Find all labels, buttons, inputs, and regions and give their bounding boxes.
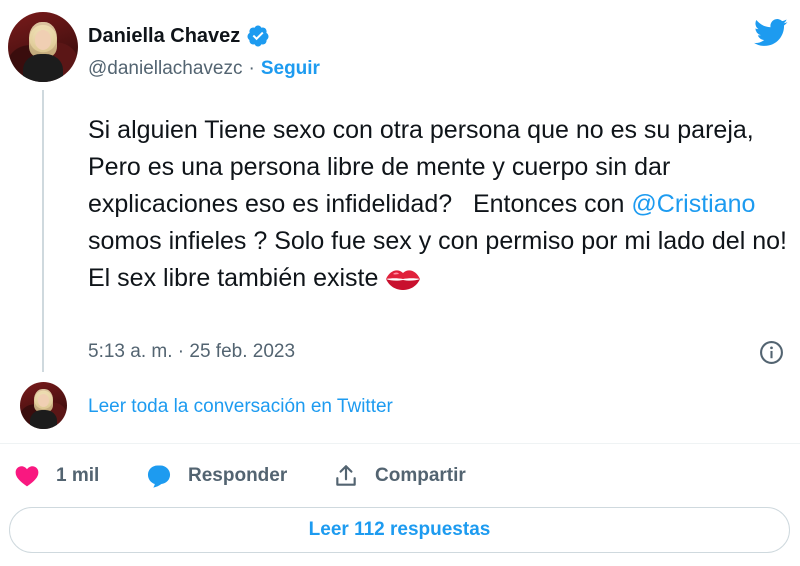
read-replies-label: Leer 112 respuestas — [308, 519, 491, 540]
kiss-mark-icon — [386, 270, 421, 291]
author-avatar[interactable] — [8, 12, 78, 82]
conversation-avatar — [20, 382, 67, 429]
author-name-row: Daniella Chavez — [88, 24, 270, 48]
share-label: Compartir — [375, 465, 466, 486]
twitter-bird-icon[interactable] — [754, 18, 788, 48]
like-button[interactable]: 1 mil — [14, 458, 99, 494]
verified-badge-icon — [247, 25, 269, 47]
read-replies-button[interactable]: Leer 112 respuestas — [9, 507, 790, 553]
tweet-text: Si alguien Tiene sexo con otra persona q… — [88, 112, 788, 297]
info-icon[interactable] — [759, 340, 784, 365]
read-conversation-link[interactable]: Leer toda la conversación en Twitter — [88, 396, 393, 418]
reply-button[interactable]: Responder — [146, 458, 287, 494]
thread-line — [42, 90, 44, 372]
tweet-timestamp[interactable]: 5:13 a. m. · 25 feb. 2023 — [88, 341, 295, 363]
share-icon — [336, 465, 356, 486]
reply-label: Responder — [188, 465, 288, 486]
mention-link[interactable]: @Cristiano — [631, 190, 755, 218]
reply-bubble-icon — [147, 465, 171, 488]
author-handle-row: @daniellachavezc · Seguir — [88, 58, 320, 80]
action-bar: 1 mil Responder Compartir — [0, 458, 800, 494]
separator-dot: · — [248, 58, 255, 79]
author-display-name[interactable]: Daniella Chavez — [88, 25, 240, 48]
divider — [0, 443, 800, 444]
like-count: 1 mil — [56, 465, 100, 486]
heart-icon — [15, 466, 39, 487]
author-handle[interactable]: @daniellachavezc — [88, 58, 243, 80]
share-button[interactable]: Compartir — [333, 458, 466, 494]
follow-button[interactable]: Seguir — [261, 58, 320, 80]
